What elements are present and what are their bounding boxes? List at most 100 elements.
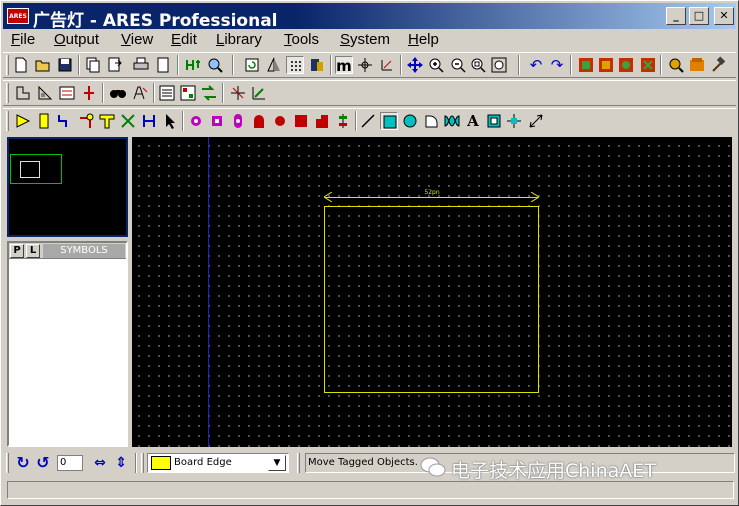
box-tool-icon[interactable]: [380, 112, 398, 130]
component-tool-icon[interactable]: [14, 112, 32, 130]
undo-icon[interactable]: ↶: [527, 56, 545, 74]
rectangular-smt-pad-icon[interactable]: [292, 112, 310, 130]
menu-tools[interactable]: Tools: [284, 31, 319, 48]
flip-icon[interactable]: [265, 56, 283, 74]
design-explorer-icon[interactable]: [206, 56, 224, 74]
polygonal-smt-pad-icon[interactable]: [313, 112, 331, 130]
open-folder-icon[interactable]: [34, 56, 52, 74]
autorouter-icon[interactable]: [14, 84, 32, 102]
chevron-down-icon[interactable]: ▼: [268, 455, 286, 471]
circular-smt-pad-icon[interactable]: [271, 112, 289, 130]
zone-tool-icon[interactable]: [98, 112, 116, 130]
edit-canvas[interactable]: 52pn: [132, 137, 732, 447]
package-tool-icon[interactable]: [35, 112, 53, 130]
library-button[interactable]: L: [26, 244, 40, 258]
padstack-icon[interactable]: [334, 112, 352, 130]
mirror-horizontal-icon[interactable]: ⇔: [91, 454, 109, 472]
netlist-icon[interactable]: [184, 56, 202, 74]
track-tool-icon[interactable]: [56, 112, 74, 130]
rotate-clockwise-icon[interactable]: ↻: [14, 454, 32, 472]
circle-tool-icon[interactable]: [401, 112, 419, 130]
redo-icon[interactable]: ↷: [548, 56, 566, 74]
toolbar-grip[interactable]: [6, 111, 9, 131]
toolbar-grip[interactable]: [6, 453, 9, 473]
refresh-icon[interactable]: [243, 56, 261, 74]
layer-selector[interactable]: Board Edge ▼: [147, 453, 289, 473]
marker-tool-icon[interactable]: [505, 112, 523, 130]
toolbar-grip[interactable]: [297, 453, 300, 473]
symbol-tool-icon[interactable]: [485, 112, 503, 130]
menu-system[interactable]: System: [340, 31, 390, 48]
title-bar[interactable]: ARES 广告灯 - ARES Professional _ □ ✕: [3, 3, 736, 31]
menu-view[interactable]: View: [121, 31, 153, 48]
zoom-area-icon[interactable]: [490, 56, 508, 74]
minimize-button[interactable]: _: [666, 7, 686, 25]
ratsnest-mode-icon[interactable]: [119, 112, 137, 130]
ratsnest-icon[interactable]: [229, 84, 247, 102]
bill-of-materials-icon[interactable]: [158, 84, 176, 102]
block-copy-icon[interactable]: [577, 56, 595, 74]
print-icon[interactable]: [132, 56, 150, 74]
auto-placer-icon[interactable]: [36, 84, 54, 102]
dimension-tool-icon[interactable]: [527, 112, 545, 130]
drc-icon[interactable]: [58, 84, 76, 102]
page-setup-icon[interactable]: [154, 56, 172, 74]
pan-icon[interactable]: [406, 56, 424, 74]
square-pad-icon[interactable]: [208, 112, 226, 130]
zoom-in-icon[interactable]: [427, 56, 445, 74]
toolbar-grip[interactable]: [141, 453, 144, 473]
menu-help[interactable]: Help: [408, 31, 439, 48]
line-tool-icon[interactable]: [359, 112, 377, 130]
select-arrow-icon[interactable]: [161, 112, 179, 130]
hammer-icon[interactable]: [709, 56, 727, 74]
maximize-button[interactable]: □: [689, 7, 709, 25]
new-file-icon[interactable]: [12, 56, 30, 74]
import-section-icon[interactable]: [84, 56, 102, 74]
close-button[interactable]: ✕: [714, 7, 734, 25]
power-plane-icon[interactable]: [250, 84, 268, 102]
export-section-icon[interactable]: [106, 56, 124, 74]
block-move-icon[interactable]: [597, 56, 615, 74]
toolbar-grip[interactable]: [6, 83, 9, 103]
round-pad-icon[interactable]: [187, 112, 205, 130]
toolbar-grip[interactable]: [6, 55, 9, 75]
netlist-compiler-icon[interactable]: [179, 84, 197, 102]
false-origin-icon[interactable]: [356, 56, 374, 74]
block-rotate-icon[interactable]: [617, 56, 635, 74]
selector-title: SYMBOLS: [43, 244, 125, 258]
board-edge-outline[interactable]: [324, 206, 539, 393]
block-delete-icon[interactable]: [639, 56, 657, 74]
search-tag-icon[interactable]: [109, 84, 127, 102]
rotate-anticlockwise-icon[interactable]: ↺: [34, 454, 52, 472]
grid-toggle-icon[interactable]: [286, 56, 304, 74]
dimension-line[interactable]: [325, 197, 538, 198]
property-assign-icon[interactable]: [131, 84, 149, 102]
edge-pad-icon[interactable]: [250, 112, 268, 130]
pick-parts-icon[interactable]: [667, 56, 685, 74]
make-package-icon[interactable]: [688, 56, 706, 74]
menu-file[interactable]: File: [11, 31, 35, 48]
swap-gate-icon[interactable]: [200, 84, 218, 102]
zoom-all-icon[interactable]: [469, 56, 487, 74]
pick-button[interactable]: P: [10, 244, 24, 258]
text-tool-icon[interactable]: A: [464, 112, 482, 130]
overview-window[interactable]: [7, 137, 128, 237]
connectivity-icon[interactable]: [80, 84, 98, 102]
save-icon[interactable]: [56, 56, 74, 74]
menu-edit[interactable]: Edit: [171, 31, 197, 48]
metric-toggle-icon[interactable]: m: [335, 56, 353, 75]
via-tool-icon[interactable]: [77, 112, 95, 130]
menu-output[interactable]: Output: [54, 31, 99, 48]
menu-library[interactable]: Library: [216, 31, 262, 48]
zoom-out-icon[interactable]: [449, 56, 467, 74]
mirror-vertical-icon[interactable]: ⇕: [112, 454, 130, 472]
watermark-text: 电子技术应用ChinaAET: [451, 460, 656, 482]
arc-tool-icon[interactable]: [422, 112, 440, 130]
toolbar-main: m ↶ ↷: [3, 52, 736, 78]
layers-icon[interactable]: [308, 56, 326, 74]
connectivity-highlight-icon[interactable]: [140, 112, 158, 130]
path-tool-icon[interactable]: [443, 112, 461, 130]
rotation-angle-input[interactable]: 0: [57, 455, 83, 471]
dil-pad-icon[interactable]: [229, 112, 247, 130]
origin-icon[interactable]: [378, 56, 396, 74]
